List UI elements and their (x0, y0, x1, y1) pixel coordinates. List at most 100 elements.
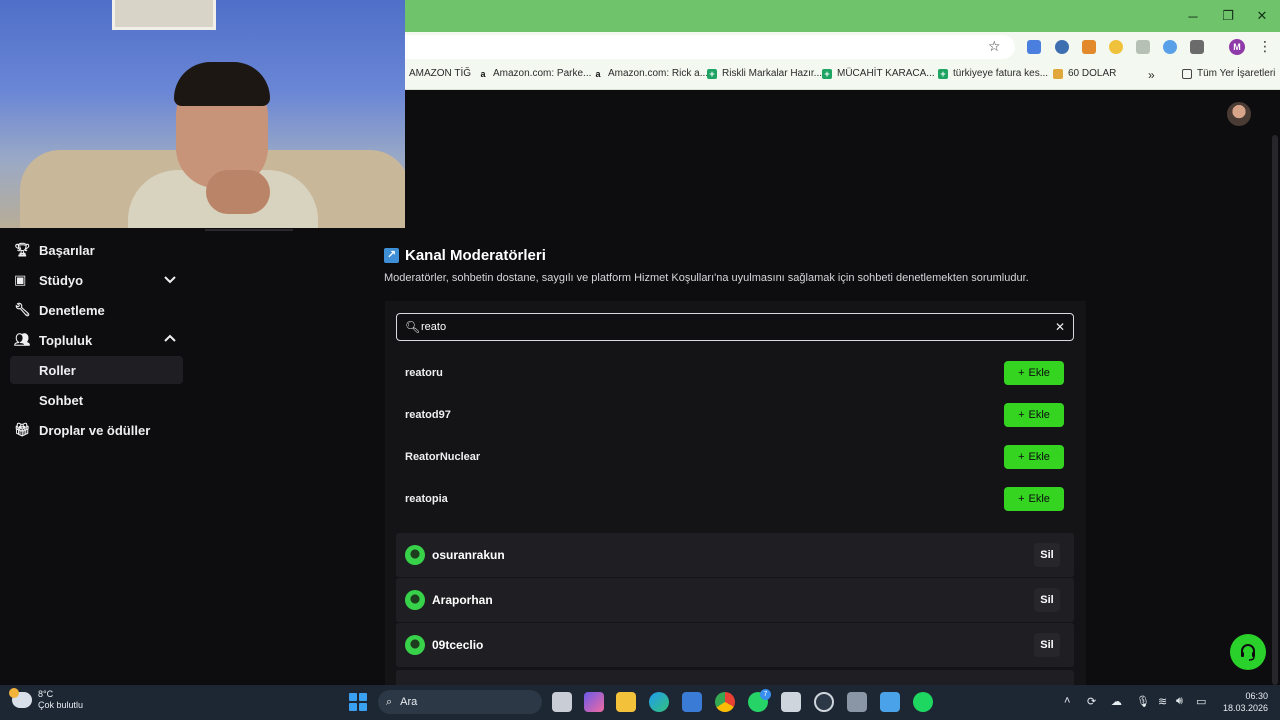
copilot-icon[interactable] (584, 692, 604, 712)
browser-menu-icon[interactable]: ⋮ (1258, 38, 1272, 55)
search-value[interactable]: reato (421, 321, 446, 333)
add-button-label: Ekle (1028, 367, 1050, 379)
battery-icon[interactable]: ▭ (1196, 695, 1206, 708)
profile-avatar[interactable]: M (1229, 39, 1245, 55)
sidebar-item-label: Başarılar (39, 242, 95, 258)
translate-extension-icon[interactable] (1027, 40, 1041, 54)
bookmark-star-icon[interactable]: ☆ (988, 38, 1001, 55)
address-bar[interactable] (405, 35, 1015, 59)
minimize-button[interactable]: ─ (1176, 6, 1210, 26)
sidebar-item-basarilar[interactable]: 🏆︎ Başarılar (10, 236, 183, 264)
extension-icon[interactable] (1109, 40, 1123, 54)
suggestion-row: ReatorNuclear + Ekle (396, 437, 1074, 477)
weather-widget[interactable]: 8°C Çok bulutlu (9, 688, 83, 711)
remove-moderator-button[interactable]: Sil (1034, 543, 1060, 567)
moderator-row: osuranrakun Sil (396, 533, 1074, 577)
bookmark-item[interactable]: + türkiyeye fatura kes... (938, 68, 1048, 79)
taskbar-search[interactable]: ⌕ Ara (378, 690, 542, 714)
avatar (405, 545, 425, 565)
person-hair (174, 62, 270, 106)
app-icon[interactable] (814, 692, 834, 712)
bookmark-item[interactable]: + MÜCAHİT KARACA... (822, 68, 935, 79)
divider (205, 229, 293, 231)
wifi-icon[interactable]: ≋ (1158, 695, 1167, 708)
js-extension-icon[interactable] (1082, 40, 1096, 54)
page-scrollbar[interactable] (1272, 135, 1278, 685)
notepad-icon[interactable] (880, 692, 900, 712)
moderator-username[interactable]: Araporhan (432, 593, 493, 607)
bookmark-item[interactable]: 60 DOLAR (1053, 68, 1116, 79)
wrench-icon: 🔧︎ (14, 302, 31, 317)
volume-icon[interactable]: 🔊︎ (1176, 695, 1183, 708)
moderator-search-input[interactable]: 🔍︎ reato ✕ (396, 313, 1074, 341)
sidebar-item-label: Roller (39, 362, 76, 378)
suggestion-username: reatopia (405, 493, 448, 505)
app-icon[interactable] (781, 692, 801, 712)
plus-icon: + (1018, 451, 1025, 463)
remove-moderator-button[interactable]: Sil (1034, 633, 1060, 657)
chevron-down-icon (164, 276, 176, 284)
add-moderator-button[interactable]: + Ekle (1004, 445, 1064, 469)
shield-extension-icon[interactable] (1136, 40, 1150, 54)
sidebar-item-denetleme[interactable]: 🔧︎ Denetleme (10, 296, 183, 324)
edge-icon[interactable] (649, 692, 669, 712)
sync-icon[interactable]: ⟳ (1087, 695, 1096, 708)
sidebar-item-droplar[interactable]: 🎁︎ Droplar ve ödüller (10, 416, 183, 444)
task-view-icon[interactable] (552, 692, 572, 712)
cloud-off-icon[interactable]: ☁ (1111, 695, 1122, 708)
section-title: Kanal Moderatörleri (405, 247, 546, 264)
sidebar-item-label: Droplar ve ödüller (39, 422, 151, 438)
bookmark-label: türkiyeye fatura kes... (953, 68, 1049, 79)
user-avatar[interactable] (1227, 102, 1251, 126)
extensions-puzzle-icon[interactable] (1190, 40, 1204, 54)
remove-moderator-button[interactable]: Sil (1034, 588, 1060, 612)
microphone-icon[interactable]: 🎙︎ (1136, 695, 1150, 708)
moderator-row: Araporhan Sil (396, 578, 1074, 622)
all-bookmarks-button[interactable]: Tüm Yer İşaretleri (1182, 68, 1275, 79)
add-moderator-button[interactable]: + Ekle (1004, 403, 1064, 427)
bookmark-item[interactable]: + Riskli Markalar Hazır... (707, 68, 822, 79)
bookmark-item[interactable]: a Amazon.com: Rick a... (593, 68, 708, 79)
all-bookmarks-label: Tüm Yer İşaretleri (1197, 68, 1276, 79)
search-icon: 🔍︎ (405, 320, 421, 334)
webcam-overlay (0, 0, 405, 228)
moderator-row: 09tceclio Sil (396, 623, 1074, 667)
moderator-sword-icon: ↗ (384, 248, 399, 263)
suggestion-username: reatoru (405, 367, 443, 379)
bookmark-label: 60 DOLAR (1068, 68, 1117, 79)
bookmark-label: AMAZON TİĞ (409, 68, 472, 79)
help-chat-button[interactable] (1230, 634, 1266, 670)
moderator-username[interactable]: 09tceclio (432, 638, 483, 652)
sheets-icon: + (938, 68, 948, 79)
close-button[interactable]: ✕ (1245, 6, 1279, 26)
taskbar-search-placeholder: Ara (400, 696, 418, 708)
plus-icon: + (1018, 409, 1025, 421)
sidebar-item-roller[interactable]: Roller (10, 356, 183, 384)
windows-start-button[interactable] (349, 693, 367, 711)
moderator-username[interactable]: osuranrakun (432, 548, 505, 562)
bookmark-item[interactable]: a Amazon.com: Parke... (478, 68, 591, 79)
add-moderator-button[interactable]: + Ekle (1004, 487, 1064, 511)
store-icon[interactable] (682, 692, 702, 712)
sidebar-item-topluluk[interactable]: 👥︎ Topluluk (10, 326, 183, 354)
extension-icon[interactable] (1055, 40, 1069, 54)
avatar (405, 635, 425, 655)
bookmarks-overflow-button[interactable]: » (1148, 68, 1155, 82)
sidebar-item-sohbet[interactable]: Sohbet (10, 386, 183, 414)
audio-extension-icon[interactable] (1163, 40, 1177, 54)
sidebar-item-studyo[interactable]: ▣ Stüdyo (10, 266, 183, 294)
money-icon (1053, 68, 1063, 79)
clear-search-button[interactable]: ✕ (1055, 320, 1065, 334)
tray-overflow-icon[interactable]: ˄ (1064, 695, 1070, 707)
calculator-icon[interactable] (847, 692, 867, 712)
add-moderator-button[interactable]: + Ekle (1004, 361, 1064, 385)
maximize-button[interactable]: ❐ (1211, 6, 1245, 26)
file-explorer-icon[interactable] (616, 692, 636, 712)
chrome-icon[interactable] (715, 692, 735, 712)
taskbar-clock[interactable]: 06:30 18.03.2026 (1216, 690, 1268, 714)
person-hand (206, 170, 270, 214)
bookmark-item[interactable]: AMAZON TİĞ (409, 68, 471, 79)
spotify-icon[interactable] (913, 692, 933, 712)
amazon-icon: a (595, 68, 601, 79)
folder-icon (1182, 68, 1192, 79)
